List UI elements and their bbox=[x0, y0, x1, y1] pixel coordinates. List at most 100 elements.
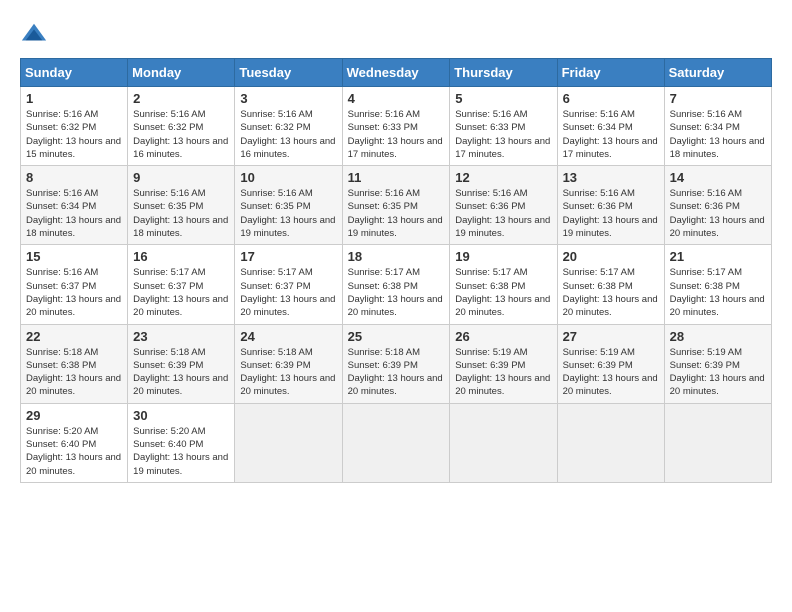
day-number: 4 bbox=[348, 91, 445, 106]
sunset-text: Sunset: 6:39 PM bbox=[133, 359, 229, 372]
header-wednesday: Wednesday bbox=[342, 59, 450, 87]
daylight-text: Daylight: 13 hours and 20 minutes. bbox=[670, 214, 766, 241]
calendar-cell: 18 Sunrise: 5:17 AM Sunset: 6:38 PM Dayl… bbox=[342, 245, 450, 324]
day-number: 15 bbox=[26, 249, 122, 264]
day-number: 25 bbox=[348, 329, 445, 344]
sunrise-text: Sunrise: 5:16 AM bbox=[26, 187, 122, 200]
sunset-text: Sunset: 6:32 PM bbox=[133, 121, 229, 134]
day-info: Sunrise: 5:16 AM Sunset: 6:36 PM Dayligh… bbox=[455, 187, 551, 240]
daylight-text: Daylight: 13 hours and 18 minutes. bbox=[670, 135, 766, 162]
day-number: 16 bbox=[133, 249, 229, 264]
sunrise-text: Sunrise: 5:20 AM bbox=[133, 425, 229, 438]
day-info: Sunrise: 5:19 AM Sunset: 6:39 PM Dayligh… bbox=[563, 346, 659, 399]
daylight-text: Daylight: 13 hours and 19 minutes. bbox=[563, 214, 659, 241]
sunset-text: Sunset: 6:32 PM bbox=[240, 121, 336, 134]
sunset-text: Sunset: 6:39 PM bbox=[563, 359, 659, 372]
daylight-text: Daylight: 13 hours and 19 minutes. bbox=[455, 214, 551, 241]
day-info: Sunrise: 5:16 AM Sunset: 6:37 PM Dayligh… bbox=[26, 266, 122, 319]
day-info: Sunrise: 5:19 AM Sunset: 6:39 PM Dayligh… bbox=[455, 346, 551, 399]
calendar-cell: 2 Sunrise: 5:16 AM Sunset: 6:32 PM Dayli… bbox=[128, 87, 235, 166]
daylight-text: Daylight: 13 hours and 20 minutes. bbox=[26, 293, 122, 320]
sunset-text: Sunset: 6:40 PM bbox=[133, 438, 229, 451]
day-info: Sunrise: 5:16 AM Sunset: 6:33 PM Dayligh… bbox=[348, 108, 445, 161]
calendar-cell: 1 Sunrise: 5:16 AM Sunset: 6:32 PM Dayli… bbox=[21, 87, 128, 166]
day-number: 10 bbox=[240, 170, 336, 185]
calendar-week-3: 15 Sunrise: 5:16 AM Sunset: 6:37 PM Dayl… bbox=[21, 245, 772, 324]
daylight-text: Daylight: 13 hours and 19 minutes. bbox=[240, 214, 336, 241]
sunset-text: Sunset: 6:38 PM bbox=[26, 359, 122, 372]
daylight-text: Daylight: 13 hours and 20 minutes. bbox=[563, 293, 659, 320]
day-info: Sunrise: 5:17 AM Sunset: 6:38 PM Dayligh… bbox=[563, 266, 659, 319]
daylight-text: Daylight: 13 hours and 17 minutes. bbox=[563, 135, 659, 162]
calendar-cell bbox=[664, 403, 771, 482]
sunrise-text: Sunrise: 5:16 AM bbox=[26, 266, 122, 279]
sunrise-text: Sunrise: 5:17 AM bbox=[133, 266, 229, 279]
calendar-week-1: 1 Sunrise: 5:16 AM Sunset: 6:32 PM Dayli… bbox=[21, 87, 772, 166]
sunset-text: Sunset: 6:35 PM bbox=[348, 200, 445, 213]
daylight-text: Daylight: 13 hours and 20 minutes. bbox=[670, 372, 766, 399]
sunset-text: Sunset: 6:36 PM bbox=[670, 200, 766, 213]
daylight-text: Daylight: 13 hours and 16 minutes. bbox=[133, 135, 229, 162]
calendar-cell: 27 Sunrise: 5:19 AM Sunset: 6:39 PM Dayl… bbox=[557, 324, 664, 403]
calendar-cell: 26 Sunrise: 5:19 AM Sunset: 6:39 PM Dayl… bbox=[450, 324, 557, 403]
day-info: Sunrise: 5:16 AM Sunset: 6:32 PM Dayligh… bbox=[133, 108, 229, 161]
calendar-cell: 16 Sunrise: 5:17 AM Sunset: 6:37 PM Dayl… bbox=[128, 245, 235, 324]
day-info: Sunrise: 5:17 AM Sunset: 6:37 PM Dayligh… bbox=[240, 266, 336, 319]
day-info: Sunrise: 5:16 AM Sunset: 6:34 PM Dayligh… bbox=[563, 108, 659, 161]
day-info: Sunrise: 5:18 AM Sunset: 6:39 PM Dayligh… bbox=[240, 346, 336, 399]
day-number: 6 bbox=[563, 91, 659, 106]
calendar-cell: 20 Sunrise: 5:17 AM Sunset: 6:38 PM Dayl… bbox=[557, 245, 664, 324]
sunset-text: Sunset: 6:38 PM bbox=[455, 280, 551, 293]
daylight-text: Daylight: 13 hours and 18 minutes. bbox=[26, 214, 122, 241]
calendar-cell: 30 Sunrise: 5:20 AM Sunset: 6:40 PM Dayl… bbox=[128, 403, 235, 482]
sunset-text: Sunset: 6:36 PM bbox=[455, 200, 551, 213]
day-info: Sunrise: 5:16 AM Sunset: 6:32 PM Dayligh… bbox=[240, 108, 336, 161]
sunset-text: Sunset: 6:37 PM bbox=[26, 280, 122, 293]
sunset-text: Sunset: 6:35 PM bbox=[240, 200, 336, 213]
calendar-cell: 6 Sunrise: 5:16 AM Sunset: 6:34 PM Dayli… bbox=[557, 87, 664, 166]
sunrise-text: Sunrise: 5:19 AM bbox=[563, 346, 659, 359]
day-number: 2 bbox=[133, 91, 229, 106]
calendar-week-4: 22 Sunrise: 5:18 AM Sunset: 6:38 PM Dayl… bbox=[21, 324, 772, 403]
daylight-text: Daylight: 13 hours and 20 minutes. bbox=[26, 451, 122, 478]
daylight-text: Daylight: 13 hours and 17 minutes. bbox=[455, 135, 551, 162]
day-number: 27 bbox=[563, 329, 659, 344]
sunset-text: Sunset: 6:39 PM bbox=[240, 359, 336, 372]
daylight-text: Daylight: 13 hours and 19 minutes. bbox=[133, 451, 229, 478]
daylight-text: Daylight: 13 hours and 20 minutes. bbox=[563, 372, 659, 399]
calendar-week-5: 29 Sunrise: 5:20 AM Sunset: 6:40 PM Dayl… bbox=[21, 403, 772, 482]
daylight-text: Daylight: 13 hours and 20 minutes. bbox=[133, 293, 229, 320]
day-number: 13 bbox=[563, 170, 659, 185]
sunrise-text: Sunrise: 5:18 AM bbox=[240, 346, 336, 359]
calendar-cell bbox=[235, 403, 342, 482]
day-number: 23 bbox=[133, 329, 229, 344]
day-number: 14 bbox=[670, 170, 766, 185]
daylight-text: Daylight: 13 hours and 16 minutes. bbox=[240, 135, 336, 162]
day-number: 19 bbox=[455, 249, 551, 264]
calendar-cell: 12 Sunrise: 5:16 AM Sunset: 6:36 PM Dayl… bbox=[450, 166, 557, 245]
calendar-cell: 10 Sunrise: 5:16 AM Sunset: 6:35 PM Dayl… bbox=[235, 166, 342, 245]
sunrise-text: Sunrise: 5:17 AM bbox=[563, 266, 659, 279]
day-info: Sunrise: 5:18 AM Sunset: 6:39 PM Dayligh… bbox=[133, 346, 229, 399]
sunset-text: Sunset: 6:34 PM bbox=[26, 200, 122, 213]
daylight-text: Daylight: 13 hours and 20 minutes. bbox=[348, 372, 445, 399]
daylight-text: Daylight: 13 hours and 19 minutes. bbox=[348, 214, 445, 241]
day-number: 3 bbox=[240, 91, 336, 106]
day-info: Sunrise: 5:16 AM Sunset: 6:35 PM Dayligh… bbox=[133, 187, 229, 240]
sunset-text: Sunset: 6:33 PM bbox=[455, 121, 551, 134]
sunset-text: Sunset: 6:40 PM bbox=[26, 438, 122, 451]
sunset-text: Sunset: 6:39 PM bbox=[455, 359, 551, 372]
daylight-text: Daylight: 13 hours and 20 minutes. bbox=[455, 293, 551, 320]
calendar-cell: 13 Sunrise: 5:16 AM Sunset: 6:36 PM Dayl… bbox=[557, 166, 664, 245]
calendar-cell bbox=[557, 403, 664, 482]
daylight-text: Daylight: 13 hours and 20 minutes. bbox=[348, 293, 445, 320]
sunset-text: Sunset: 6:39 PM bbox=[670, 359, 766, 372]
day-info: Sunrise: 5:16 AM Sunset: 6:36 PM Dayligh… bbox=[563, 187, 659, 240]
day-number: 7 bbox=[670, 91, 766, 106]
sunset-text: Sunset: 6:32 PM bbox=[26, 121, 122, 134]
header-friday: Friday bbox=[557, 59, 664, 87]
calendar-cell: 3 Sunrise: 5:16 AM Sunset: 6:32 PM Dayli… bbox=[235, 87, 342, 166]
day-info: Sunrise: 5:18 AM Sunset: 6:39 PM Dayligh… bbox=[348, 346, 445, 399]
calendar-body: 1 Sunrise: 5:16 AM Sunset: 6:32 PM Dayli… bbox=[21, 87, 772, 483]
day-info: Sunrise: 5:16 AM Sunset: 6:33 PM Dayligh… bbox=[455, 108, 551, 161]
